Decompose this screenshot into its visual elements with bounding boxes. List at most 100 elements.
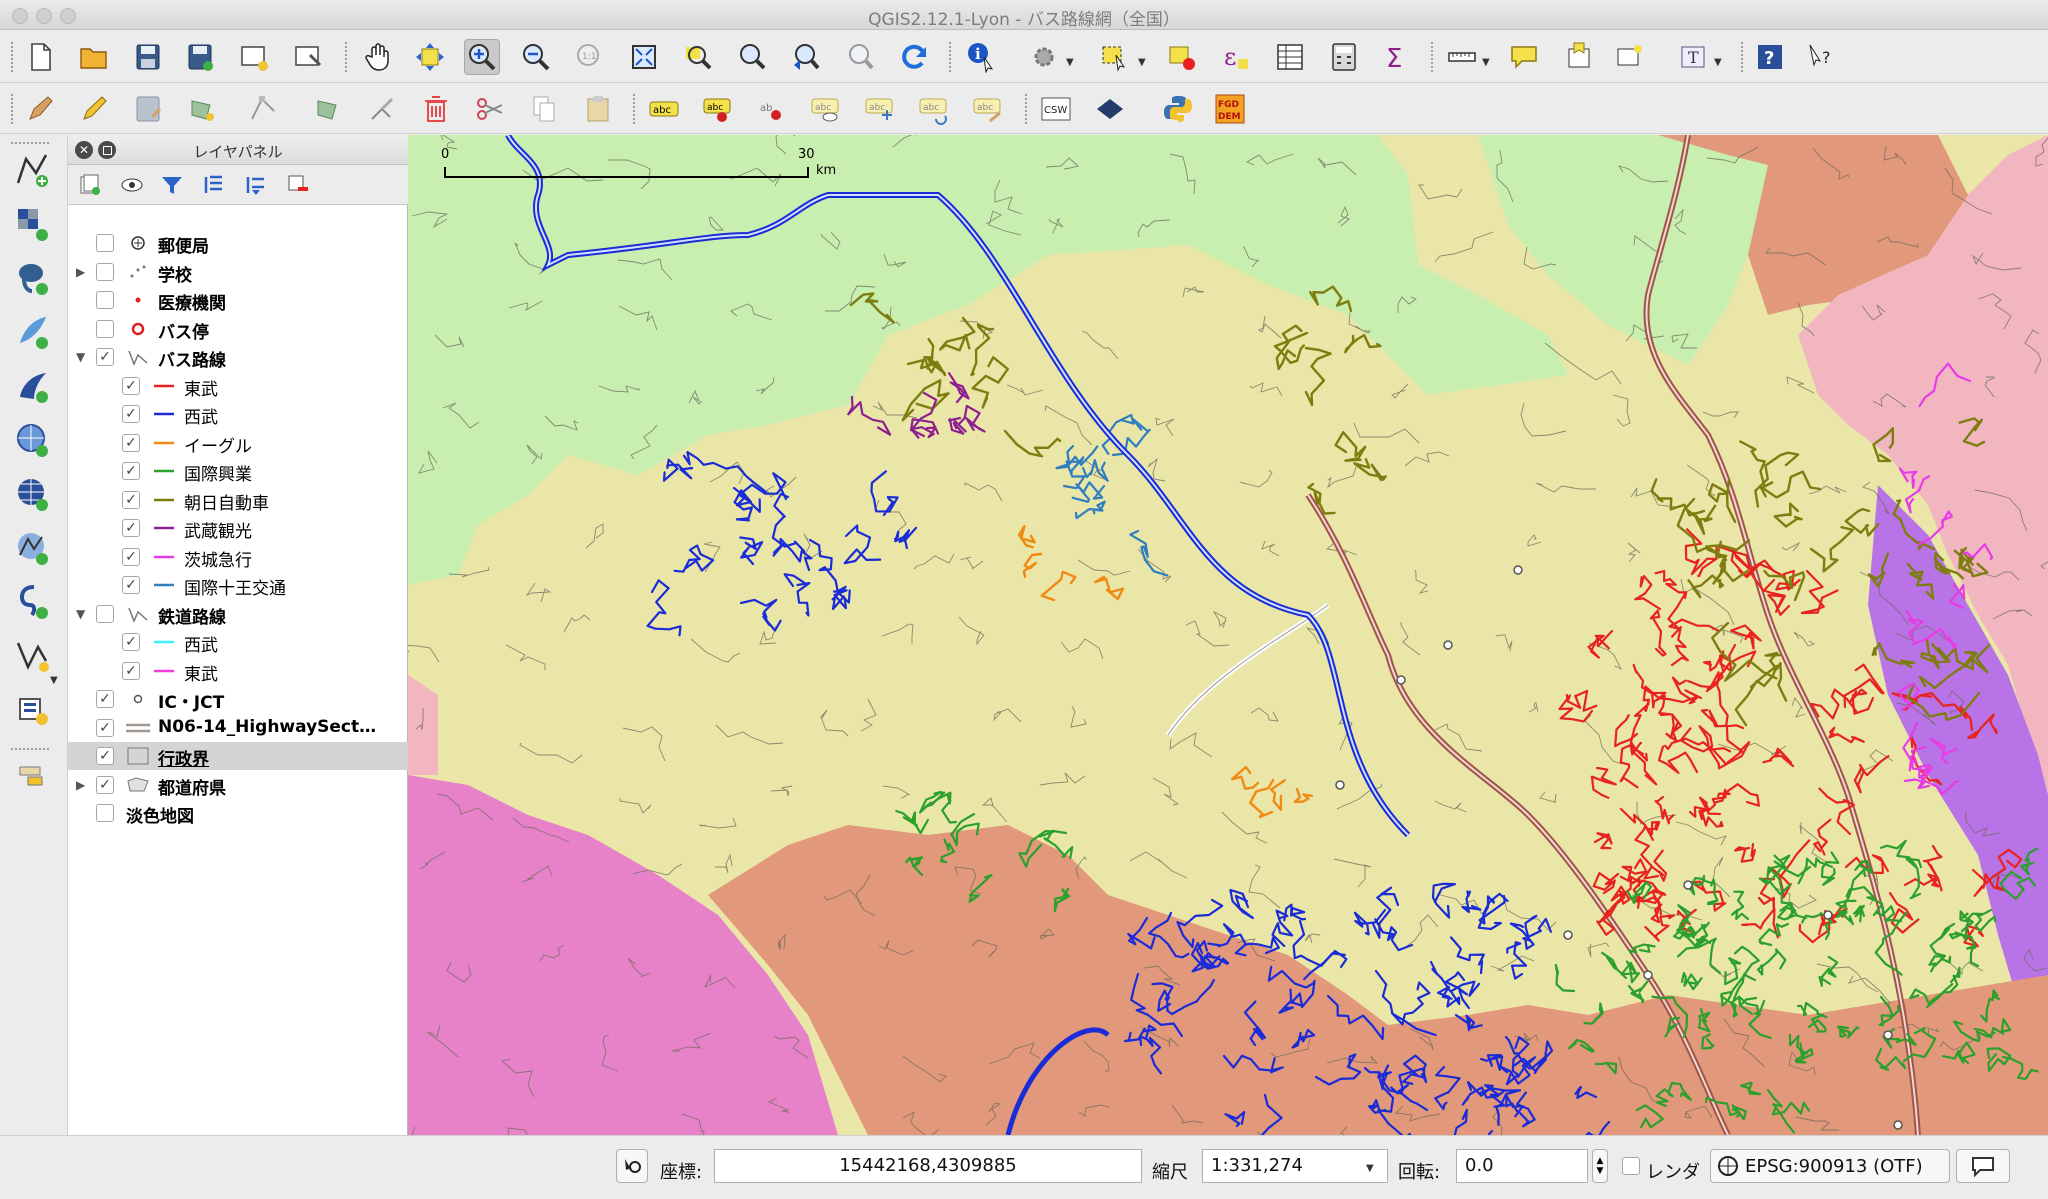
toolbar-grip[interactable]: [10, 93, 14, 125]
layer-row[interactable]: ✓ 西武: [68, 628, 408, 656]
layer-row[interactable]: ✓ 国際興業: [68, 457, 408, 485]
layer-row[interactable]: バス停: [68, 315, 408, 343]
layer-visibility-checkbox[interactable]: ✓: [122, 490, 140, 509]
rotate-label-icon[interactable]: abc: [916, 91, 952, 127]
layer-row[interactable]: ✓ 西武: [68, 400, 408, 428]
toolbar-grip[interactable]: [10, 141, 50, 145]
layer-row[interactable]: ✓ N06-14_HighwaySect…: [68, 714, 408, 742]
layer-visibility-checkbox[interactable]: ✓: [122, 547, 140, 566]
coordinate-toggle-icon[interactable]: [616, 1149, 648, 1183]
layer-visibility-checkbox[interactable]: ✓: [96, 690, 114, 708]
measure-icon[interactable]: [1444, 39, 1480, 75]
help-icon[interactable]: ?: [1752, 39, 1788, 75]
layer-visibility-checkbox[interactable]: ✓: [96, 747, 114, 765]
rotation-field[interactable]: 0.0: [1456, 1149, 1588, 1183]
paste-features-icon[interactable]: [580, 91, 616, 127]
message-log-icon[interactable]: [1956, 1149, 2010, 1183]
toolbar-grip[interactable]: [948, 41, 952, 73]
modify-attributes-icon[interactable]: [364, 91, 400, 127]
zoom-out-icon[interactable]: [518, 39, 554, 75]
zoom-in-icon[interactable]: [464, 39, 500, 75]
copy-features-icon[interactable]: [526, 91, 562, 127]
field-calculator-icon[interactable]: [1326, 39, 1362, 75]
chevron-down-icon[interactable]: ▼: [50, 675, 58, 686]
zoom-actual-icon[interactable]: 1:1: [572, 39, 608, 75]
pan-to-selection-icon[interactable]: [412, 39, 448, 75]
expand-arrow-icon[interactable]: ▶: [76, 265, 88, 279]
add-raster-layer-icon[interactable]: [12, 203, 54, 245]
toolbar-grip[interactable]: [10, 747, 50, 751]
cut-features-icon[interactable]: [472, 91, 508, 127]
remove-layer-icon[interactable]: [284, 171, 312, 199]
new-shapefile-icon[interactable]: [12, 635, 54, 677]
new-spatialite-icon[interactable]: [12, 689, 54, 731]
add-mssql-layer-icon[interactable]: [12, 365, 54, 407]
annotation-icon[interactable]: [1612, 39, 1648, 75]
layer-row[interactable]: ✓ 東武: [68, 372, 408, 400]
delete-selected-icon[interactable]: [418, 91, 454, 127]
action-icon[interactable]: [1026, 39, 1062, 75]
add-oracle-layer-icon[interactable]: [12, 755, 54, 797]
layer-row[interactable]: ✓ 武蔵観光: [68, 514, 408, 542]
layer-visibility-checkbox[interactable]: ✓: [122, 576, 140, 594]
text-annotation-icon[interactable]: T: [1676, 39, 1712, 75]
open-project-icon[interactable]: [76, 39, 112, 75]
toolbar-grip[interactable]: [1430, 41, 1434, 73]
toolbar-grip[interactable]: [1740, 41, 1744, 73]
statistics-icon[interactable]: Σ: [1378, 39, 1414, 75]
layer-visibility-checkbox[interactable]: [96, 291, 114, 309]
layer-visibility-checkbox[interactable]: ✓: [122, 433, 140, 452]
collapse-all-icon[interactable]: [242, 171, 270, 199]
layer-row[interactable]: 淡色地図: [68, 799, 408, 827]
scale-combobox[interactable]: 1:331,274: [1202, 1149, 1388, 1183]
composer-manager-icon[interactable]: [290, 39, 326, 75]
save-as-icon[interactable]: [182, 39, 218, 75]
pan-icon[interactable]: [360, 39, 396, 75]
layer-row[interactable]: ✓ 東武: [68, 657, 408, 685]
pin-labels-icon[interactable]: abc: [700, 91, 736, 127]
csw-icon[interactable]: CSW: [1038, 91, 1074, 127]
attribute-table-icon[interactable]: [1272, 39, 1308, 75]
layer-row[interactable]: ✓ 朝日自動車: [68, 486, 408, 514]
refresh-icon[interactable]: [896, 39, 932, 75]
layer-visibility-checkbox[interactable]: [96, 804, 114, 822]
map-tips-icon[interactable]: [1506, 39, 1542, 75]
layer-row[interactable]: ▼ ✓ バス路線: [68, 343, 408, 371]
identify-icon[interactable]: i: [964, 39, 1000, 75]
layer-visibility-checkbox[interactable]: ✓: [96, 775, 114, 794]
zoom-last-icon[interactable]: [788, 39, 824, 75]
layer-row[interactable]: ✓ イーグル: [68, 429, 408, 457]
expand-arrow-icon[interactable]: ▶: [76, 778, 88, 792]
python-console-icon[interactable]: [1160, 91, 1196, 127]
layer-row[interactable]: ▶ 学校: [68, 258, 408, 286]
chevron-down-icon[interactable]: ▼: [1714, 57, 1722, 68]
zoom-to-layer-icon[interactable]: [734, 39, 770, 75]
layer-visibility-checkbox[interactable]: ✓: [122, 519, 140, 537]
add-wcs-layer-icon[interactable]: [12, 473, 54, 515]
highlight-pinned-icon[interactable]: ab: [754, 91, 790, 127]
deselect-icon[interactable]: [1164, 39, 1200, 75]
whats-this-icon[interactable]: ?: [1804, 39, 1840, 75]
expression-select-icon[interactable]: ε: [1218, 39, 1254, 75]
layer-visibility-checkbox[interactable]: ✓: [122, 633, 140, 651]
expand-all-icon[interactable]: [200, 171, 228, 199]
add-group-icon[interactable]: [76, 171, 104, 199]
toolbar-grip[interactable]: [10, 41, 14, 73]
fgd-icon[interactable]: FGD DEM: [1212, 91, 1248, 127]
add-postgis-layer-icon[interactable]: [12, 257, 54, 299]
change-label-icon[interactable]: abc: [970, 91, 1006, 127]
current-edits-icon[interactable]: [22, 91, 58, 127]
node-tool-icon[interactable]: [246, 91, 282, 127]
new-print-composer-icon[interactable]: [236, 39, 272, 75]
layer-visibility-checkbox[interactable]: ✓: [96, 348, 114, 366]
zoom-next-icon[interactable]: [842, 39, 878, 75]
layer-row[interactable]: ✓ IC・JCT: [68, 685, 408, 713]
toolbar-grip[interactable]: [1024, 93, 1028, 125]
toolbar-grip[interactable]: [344, 41, 348, 73]
rotation-stepper[interactable]: ▲ ▼: [1592, 1149, 1608, 1183]
add-vector-layer-icon[interactable]: [12, 149, 54, 191]
save-project-icon[interactable]: [130, 39, 166, 75]
layer-row[interactable]: 医療機関: [68, 286, 408, 314]
layer-visibility-checkbox[interactable]: ✓: [122, 462, 140, 480]
collapse-arrow-icon[interactable]: ▼: [76, 350, 88, 364]
